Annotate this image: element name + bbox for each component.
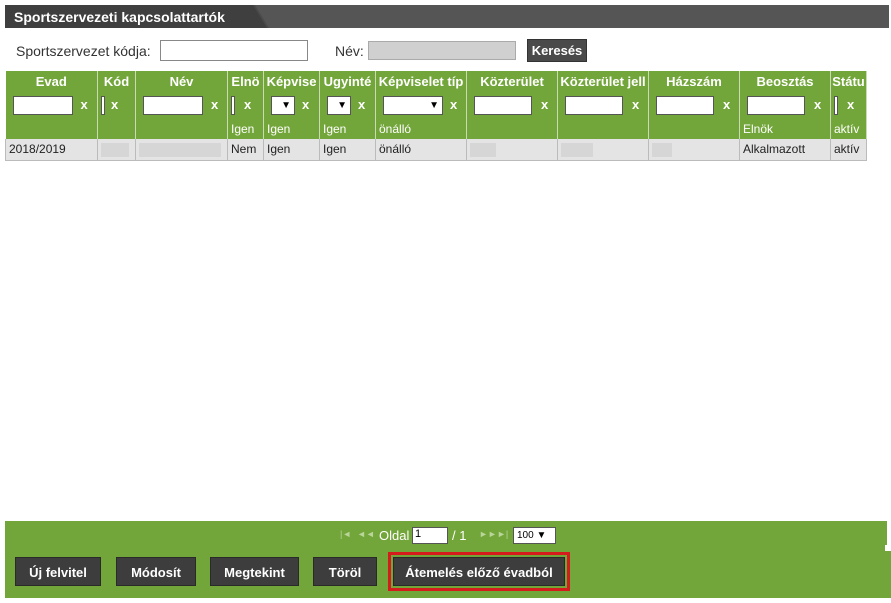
col-header-kozterulet-jelleg[interactable]: Közterület jell	[557, 71, 649, 91]
transfer-from-previous-season-button[interactable]: Átemelés előző évadból	[388, 552, 570, 591]
filter-select-kepviselo[interactable]: ▼	[271, 96, 295, 115]
col-header-elnok[interactable]: Elnö	[227, 71, 264, 91]
search-row: Sportszervezet kódja: Név: Keresés	[5, 36, 889, 64]
header-row: Evad Kód Név Elnö Képvise Ugyinté Képvis…	[5, 71, 867, 91]
default-cell: Igen	[263, 119, 320, 139]
default-cell: Igen	[319, 119, 376, 139]
filter-clear-kod[interactable]: x	[111, 97, 118, 112]
cell-nev-redacted	[135, 139, 228, 161]
default-cell	[135, 119, 228, 139]
default-cell	[5, 119, 98, 139]
default-cell: önálló	[375, 119, 467, 139]
col-header-evad[interactable]: Evad	[5, 71, 98, 91]
code-label: Sportszervezet kódja:	[16, 43, 151, 59]
filter-clear-hazszam[interactable]: x	[723, 97, 730, 112]
view-button[interactable]: Megtekint	[210, 557, 299, 586]
filter-input-kod[interactable]	[101, 96, 105, 115]
cell-kepviselo: Igen	[263, 139, 320, 161]
title-bar: Sportszervezeti kapcsolattartók	[5, 5, 889, 28]
filter-clear-ugyintezo[interactable]: x	[358, 97, 365, 112]
filter-clear-kozterulet-jelleg[interactable]: x	[632, 97, 639, 112]
filter-select-kepviselet-tipus[interactable]: ▼	[383, 96, 443, 115]
filter-clear-kepviselet-tipus[interactable]: x	[450, 97, 457, 112]
next-page-icon[interactable]: ►►	[479, 529, 497, 539]
filter-clear-nev[interactable]: x	[211, 97, 218, 112]
filter-input-elnok[interactable]	[231, 96, 235, 115]
new-record-button[interactable]: Új felvitel	[15, 557, 101, 586]
col-header-kepviselet-tipus[interactable]: Képviselet típ	[375, 71, 467, 91]
default-cell: aktív	[830, 119, 867, 139]
cell-kozterulet-jelleg-redacted	[557, 139, 649, 161]
name-input[interactable]	[368, 41, 516, 60]
col-header-beosztas[interactable]: Beosztás	[739, 71, 831, 91]
default-values-row: Igen Igen Igen önálló Elnök aktív	[5, 119, 867, 139]
search-button[interactable]: Keresés	[527, 39, 587, 62]
footer-toolbar: Új felvitel Módosít Megtekint Töröl Átem…	[5, 548, 891, 598]
corner-notch	[885, 545, 891, 551]
filter-clear-kozterulet[interactable]: x	[541, 97, 548, 112]
default-cell	[97, 119, 136, 139]
default-cell	[648, 119, 740, 139]
title-bar-strip	[255, 5, 889, 28]
cell-kozterulet-redacted	[466, 139, 558, 161]
col-header-hazszam[interactable]: Házszám	[648, 71, 740, 91]
filter-input-nev[interactable]	[143, 96, 203, 115]
page-total: / 1	[452, 528, 467, 543]
modify-button[interactable]: Módosít	[116, 557, 196, 586]
default-cell: Elnök	[739, 119, 831, 139]
contacts-grid: Evad Kód Név Elnö Képvise Ugyinté Képvis…	[5, 71, 887, 161]
name-label: Név:	[335, 43, 364, 59]
pager: |◄ ◄◄ Oldal 1 / 1 ►► ►| 100 ▼	[5, 521, 887, 548]
cell-ugyintezo: Igen	[319, 139, 376, 161]
cell-statusz: aktív	[830, 139, 867, 161]
filter-clear-statusz[interactable]: x	[847, 97, 854, 112]
filter-clear-elnok[interactable]: x	[244, 97, 251, 112]
filter-clear-beosztas[interactable]: x	[814, 97, 821, 112]
page-input[interactable]: 1	[412, 527, 448, 544]
col-header-statusz[interactable]: Státu	[830, 71, 867, 91]
filter-input-hazszam[interactable]	[656, 96, 714, 115]
cell-hazszam-redacted	[648, 139, 740, 161]
first-page-icon[interactable]: |◄	[340, 529, 351, 539]
col-header-kod[interactable]: Kód	[97, 71, 136, 91]
cell-elnok: Nem	[227, 139, 264, 161]
filter-input-kozterulet-jelleg[interactable]	[565, 96, 623, 115]
delete-button[interactable]: Töröl	[313, 557, 377, 586]
filter-clear-evad[interactable]: x	[81, 97, 88, 112]
filter-input-evad[interactable]	[12, 96, 73, 115]
cell-evad: 2018/2019	[5, 139, 98, 161]
default-cell	[557, 119, 649, 139]
cell-beosztas: Alkalmazott	[739, 139, 831, 161]
code-input[interactable]	[160, 40, 308, 61]
filter-clear-kepviselo[interactable]: x	[302, 97, 309, 112]
page-title: Sportszervezeti kapcsolattartók	[5, 5, 267, 28]
col-header-kozterulet[interactable]: Közterület	[466, 71, 558, 91]
page-size-select[interactable]: 100 ▼	[513, 527, 556, 544]
col-header-kepviselo[interactable]: Képvise	[263, 71, 320, 91]
col-header-ugyintezo[interactable]: Ugyinté	[319, 71, 376, 91]
default-cell: Igen	[227, 119, 264, 139]
filter-row: x x x x ▼ x ▼ x ▼ x x x x x x	[5, 91, 867, 119]
last-page-icon[interactable]: ►|	[497, 529, 508, 539]
cell-kepviselet-tipus: önálló	[375, 139, 467, 161]
filter-input-kozterulet[interactable]	[474, 96, 532, 115]
page-label: Oldal	[379, 528, 410, 543]
filter-input-statusz[interactable]	[834, 96, 838, 115]
filter-input-beosztas[interactable]	[747, 96, 805, 115]
default-cell	[466, 119, 558, 139]
prev-page-icon[interactable]: ◄◄	[357, 529, 375, 539]
filter-select-ugyintezo[interactable]: ▼	[327, 96, 351, 115]
cell-kod-redacted	[97, 139, 136, 161]
col-header-nev[interactable]: Név	[135, 71, 228, 91]
table-row[interactable]: 2018/2019 Nem Igen Igen önálló Alkalmazo…	[5, 139, 867, 161]
